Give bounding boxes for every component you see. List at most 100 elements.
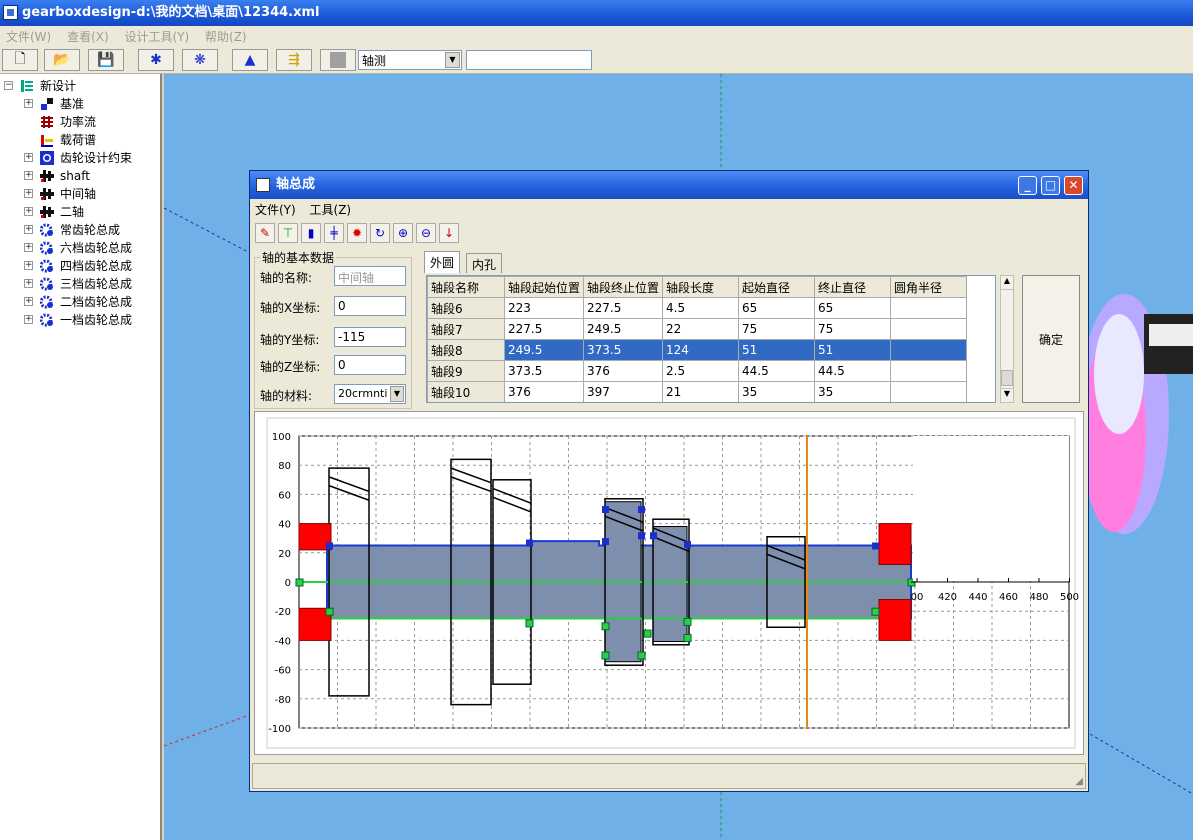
scroll-down-icon[interactable]: ▼ [1001,388,1013,402]
shaft-material-select[interactable]: 20crmnti ▼ [334,384,406,404]
table-cell[interactable]: 227.5 [583,297,664,319]
chevron-down-icon[interactable]: ▼ [390,386,404,402]
table-cell[interactable]: 376 [583,360,664,382]
shaft-y-field[interactable]: -115 [334,327,406,347]
window-menu-file[interactable]: 文件(Y) [250,199,301,220]
close-button[interactable]: ✕ [1064,176,1083,195]
table-cell[interactable]: 2.5 [662,360,740,382]
column-header[interactable]: 起始直径 [738,276,816,298]
table-cell[interactable] [890,381,968,402]
column-header[interactable]: 轴段起始位置 [503,276,585,298]
view-select[interactable]: 轴测 ▼ [358,50,462,70]
table-cell[interactable]: 376 [503,381,585,402]
table-cell[interactable]: 227.5 [503,318,585,340]
tree-item[interactable]: + 常齿轮总成 [24,221,160,239]
expand-icon[interactable]: + [24,189,33,198]
expand-icon[interactable]: + [24,171,33,180]
tree-item[interactable]: 载荷谱 [24,131,160,149]
segment-tool-button[interactable]: ▮ [301,223,321,243]
tree-item[interactable]: + 一档齿轮总成 [24,311,160,329]
gear-pair-button[interactable]: ❋ [182,49,218,71]
table-cell[interactable]: 44.5 [738,360,816,382]
table-cell[interactable] [890,360,968,382]
table-cell[interactable]: 51 [738,339,816,361]
table-cell[interactable]: 4.5 [662,297,740,319]
menu-design-tools[interactable]: 设计工具(Y) [118,26,195,47]
table-cell[interactable]: 223 [503,297,585,319]
resize-grip-icon[interactable]: ◢ [1075,776,1083,787]
expand-icon[interactable]: + [24,315,33,324]
tree-item[interactable]: + 二档齿轮总成 [24,293,160,311]
confirm-button[interactable]: 确定 [1022,275,1080,403]
tree-item[interactable]: 功率流 [24,113,160,131]
table-cell[interactable]: 65 [738,297,816,319]
table-cell[interactable]: 轴段8 [427,339,505,361]
shaft-x-field[interactable]: 0 [334,296,406,316]
table-cell[interactable] [890,297,968,319]
shaft-name-field[interactable]: 中间轴 [334,266,406,286]
table-scrollbar[interactable]: ▲ ▼ [1000,275,1014,403]
expand-icon[interactable]: + [24,207,33,216]
expand-icon[interactable]: + [24,261,33,270]
minimize-button[interactable]: _ [1018,176,1037,195]
table-cell[interactable]: 75 [814,318,892,340]
table-cell[interactable]: 373.5 [583,339,664,361]
table-cell[interactable]: 44.5 [814,360,892,382]
open-file-button[interactable]: 📂 [44,49,80,71]
insert-tool-button[interactable]: ⊤ [278,223,298,243]
tree-root[interactable]: − 新设计 [4,77,154,95]
scroll-thumb[interactable] [1001,370,1013,386]
tree-item[interactable]: + 中间轴 [24,185,160,203]
table-cell[interactable]: 397 [583,381,664,402]
tree-item[interactable]: + 二轴 [24,203,160,221]
menu-view[interactable]: 查看(X) [61,26,115,47]
tree-item[interactable]: + 三档齿轮总成 [24,275,160,293]
bearing-tool-button[interactable]: ▲ [232,49,268,71]
pen-tool-button[interactable]: ✎ [255,223,275,243]
minus-tool-button[interactable]: ⊖ [416,223,436,243]
column-header[interactable]: 轴段长度 [662,276,740,298]
shaft-profile-chart[interactable]: 100 80 60 40 20 0 -20 -40 -60 -80 -100 00 420 440 460 4… [254,411,1084,755]
table-cell[interactable]: 373.5 [503,360,585,382]
table-cell[interactable] [890,318,968,340]
expand-icon[interactable]: + [24,297,33,306]
tab-outer[interactable]: 外圆 [424,251,461,273]
expand-icon[interactable]: + [24,225,33,234]
table-cell[interactable]: 35 [814,381,892,402]
shaft-z-field[interactable]: 0 [334,355,406,375]
table-row[interactable]: 轴段9 373.5 376 2.5 44.5 44.5 [427,360,968,382]
expand-icon[interactable]: + [24,99,33,108]
column-header[interactable]: 圆角半径 [890,276,968,298]
collapse-icon[interactable]: − [4,81,13,90]
tree-item[interactable]: + 基准 [24,95,160,113]
table-cell[interactable]: 22 [662,318,740,340]
table-row[interactable]: 轴段10 376 397 21 35 35 [427,381,968,402]
column-header[interactable]: 终止直径 [814,276,892,298]
table-cell[interactable]: 轴段6 [427,297,505,319]
table-cell[interactable]: 75 [738,318,816,340]
disabled-tool-button[interactable] [320,49,356,71]
table-cell[interactable]: 21 [662,381,740,402]
arrow-tool-button[interactable]: ↓ [439,223,459,243]
gear-add-button[interactable]: ✹ [347,223,367,243]
tree-item[interactable]: + shaft [24,167,160,185]
expand-icon[interactable]: + [24,279,33,288]
column-header[interactable]: 轴段终止位置 [583,276,664,298]
window-menu-tools[interactable]: 工具(Z) [305,199,357,220]
tree-item[interactable]: + 齿轮设计约束 [24,149,160,167]
table-cell[interactable]: 65 [814,297,892,319]
table-cell[interactable]: 轴段10 [427,381,505,402]
shaft-tool-button[interactable]: ⇶ [276,49,312,71]
table-cell[interactable]: 轴段7 [427,318,505,340]
window-title-bar[interactable]: 轴总成 _ □ ✕ [250,171,1088,199]
maximize-button[interactable]: □ [1041,176,1060,195]
table-cell[interactable]: 轴段9 [427,360,505,382]
tree-item[interactable]: + 四档齿轮总成 [24,257,160,275]
table-cell[interactable] [890,339,968,361]
table-cell[interactable]: 35 [738,381,816,402]
expand-icon[interactable]: + [24,153,33,162]
table-row[interactable]: 轴段7 227.5 249.5 22 75 75 [427,318,968,340]
center-tool-button[interactable]: ⊕ [393,223,413,243]
table-cell[interactable]: 51 [814,339,892,361]
tab-inner[interactable]: 内孔 [466,253,503,273]
